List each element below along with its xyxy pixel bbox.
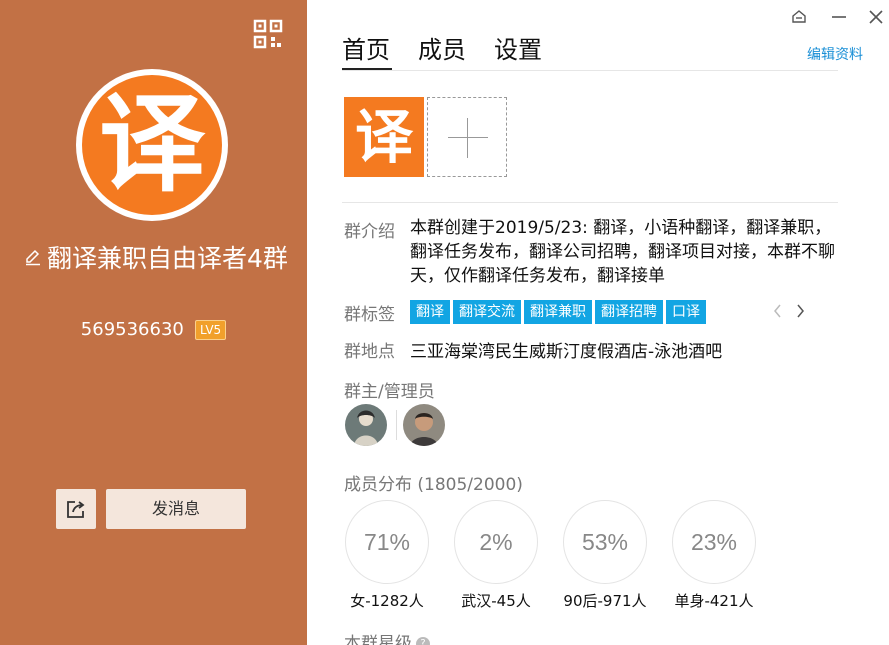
pencil-icon[interactable] — [24, 248, 42, 266]
tag-item[interactable]: 翻译兼职 — [524, 300, 592, 324]
stat-region[interactable]: 2% — [454, 500, 538, 584]
tag-item[interactable]: 翻译 — [410, 300, 450, 324]
profile-panel: 译 翻译兼职自由译者4群 569536630 LV5 发消息 — [0, 0, 307, 645]
owner-avatar[interactable] — [345, 404, 387, 446]
tab-settings[interactable]: 设置 — [494, 30, 542, 65]
edit-profile-link[interactable]: 编辑资料 — [807, 44, 863, 64]
stat-percent: 2% — [454, 500, 538, 584]
stat-percent: 23% — [672, 500, 756, 584]
stat-percent: 71% — [345, 500, 429, 584]
tab-members[interactable]: 成员 — [418, 30, 466, 65]
send-message-button[interactable]: 发消息 — [106, 489, 246, 529]
intro-label: 群介绍 — [344, 222, 395, 242]
level-badge: LV5 — [194, 319, 227, 340]
divider — [342, 202, 838, 203]
minimize-icon[interactable] — [829, 7, 849, 27]
tag-item[interactable]: 翻译交流 — [453, 300, 521, 324]
divider — [396, 410, 397, 440]
share-button[interactable] — [56, 489, 96, 529]
stat-label: 武汉-45人 — [461, 592, 531, 610]
location-label: 群地点 — [344, 342, 395, 362]
location-value: 三亚海棠湾民生威斯汀度假酒店-泳池酒吧 — [410, 342, 723, 362]
help-icon[interactable]: ? — [416, 637, 430, 645]
group-id: 569536630 — [80, 319, 184, 340]
divider — [342, 70, 838, 71]
group-avatar-char: 译 — [82, 75, 222, 215]
tags-label: 群标签 — [344, 305, 395, 325]
tag-item[interactable]: 翻译招聘 — [595, 300, 663, 324]
chevron-right-icon[interactable] — [792, 302, 808, 320]
chevron-left-icon[interactable] — [770, 302, 786, 320]
group-name: 翻译兼职自由译者4群 — [47, 244, 288, 273]
add-photo-button[interactable] — [427, 97, 507, 177]
skin-icon[interactable] — [789, 7, 809, 27]
qr-code-icon[interactable] — [253, 19, 283, 49]
stat-percent: 53% — [563, 500, 647, 584]
group-level-row: 本群星级? — [344, 629, 430, 645]
stat-age[interactable]: 53% — [563, 500, 647, 584]
tag-list: 翻译 翻译交流 翻译兼职 翻译招聘 口译 — [410, 300, 709, 324]
group-photo[interactable]: 译 — [344, 97, 424, 177]
stat-gender[interactable]: 71% — [345, 500, 429, 584]
distribution-label: 成员分布 (1805/2000) — [344, 475, 523, 495]
stat-label: 90后-971人 — [563, 592, 647, 610]
share-icon — [67, 501, 85, 518]
group-avatar[interactable]: 译 — [76, 69, 228, 221]
close-icon[interactable] — [866, 7, 886, 27]
intro-text: 本群创建于2019/5/23: 翻译，小语种翻译，翻译兼职，翻译任务发布，翻译公… — [410, 218, 835, 286]
group-id-row: 569536630 LV5 — [0, 319, 307, 340]
stat-label: 单身-421人 — [674, 592, 754, 610]
stat-label: 女-1282人 — [350, 592, 424, 610]
tag-item[interactable]: 口译 — [666, 300, 706, 324]
admin-avatar[interactable] — [403, 404, 445, 446]
admins-label: 群主/管理员 — [344, 382, 435, 402]
stat-single[interactable]: 23% — [672, 500, 756, 584]
tab-home[interactable]: 首页 — [342, 30, 390, 65]
group-level-label: 本群星级 — [344, 634, 412, 645]
